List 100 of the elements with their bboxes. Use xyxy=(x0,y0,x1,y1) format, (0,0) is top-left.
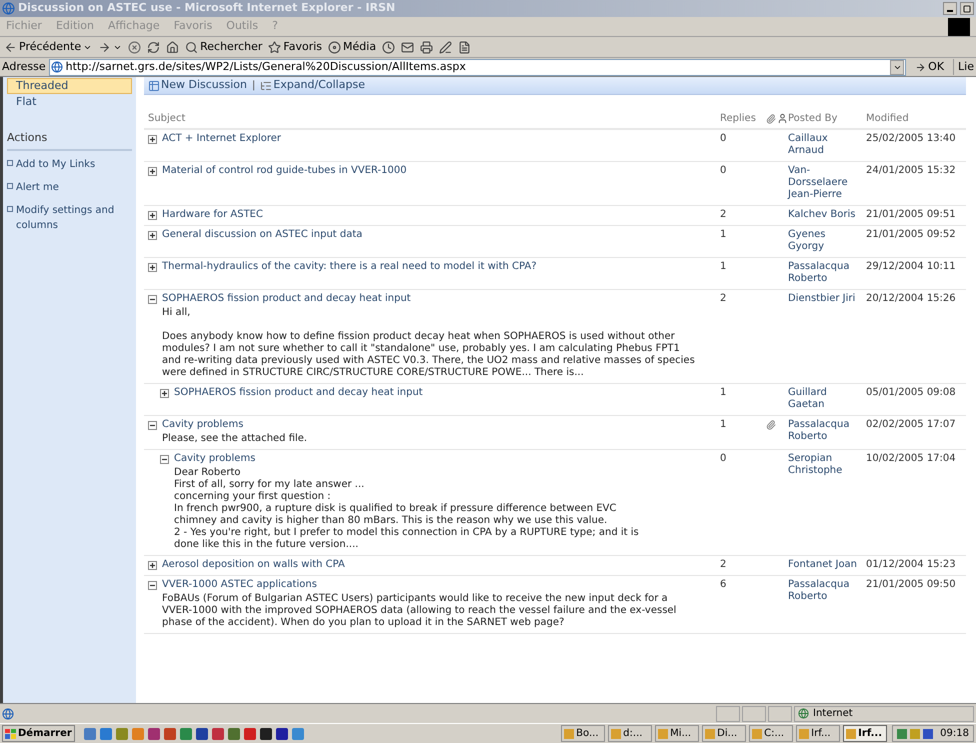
author-link[interactable]: Fontanet Joan xyxy=(788,559,860,571)
subject-link[interactable]: Aerosol deposition on walls with CPA xyxy=(162,559,345,571)
go-button[interactable]: OK xyxy=(909,58,950,76)
collapse-toggle[interactable] xyxy=(148,295,157,304)
expand-toggle[interactable] xyxy=(160,389,169,398)
date-text: 02/02/2005 17:07 xyxy=(865,419,957,431)
toolbar-link[interactable]: Expand/Collapse xyxy=(260,77,365,94)
forward-arrow-icon xyxy=(98,40,112,54)
reply-count: 1 xyxy=(720,387,728,399)
disc-icon xyxy=(328,40,342,54)
toolbar-button[interactable]: Favoris xyxy=(268,38,322,56)
expand-toggle[interactable] xyxy=(148,263,157,272)
task-button[interactable]: d:... xyxy=(608,725,652,742)
task-button[interactable]: Bo... xyxy=(561,725,606,742)
toolbar-button[interactable]: Média xyxy=(328,38,376,56)
toolbar-button[interactable]: Précédente xyxy=(4,38,92,56)
quick-launch-icon[interactable] xyxy=(276,728,288,740)
action-link[interactable]: Add to My Links xyxy=(16,156,96,172)
star-icon xyxy=(268,40,282,54)
author-link[interactable]: Kalchev Boris xyxy=(788,209,860,221)
tree-icon xyxy=(260,80,272,92)
collapse-toggle[interactable] xyxy=(160,455,169,464)
collapse-toggle[interactable] xyxy=(148,421,157,430)
reply-count: 0 xyxy=(720,453,728,465)
column-header[interactable]: Modified xyxy=(860,111,909,126)
toolbar-button[interactable] xyxy=(401,40,414,54)
quick-launch-icon[interactable] xyxy=(196,728,208,740)
task-button[interactable]: Irf... xyxy=(843,725,888,742)
subject-link[interactable]: ACT + Internet Explorer xyxy=(162,133,282,145)
task-button[interactable]: C:... xyxy=(749,725,794,742)
browser-icon xyxy=(2,2,15,15)
reply-count: 0 xyxy=(720,165,728,177)
toolbar-button[interactable] xyxy=(147,40,160,54)
author-link[interactable]: Van-Dorsselaere Jean-Pierre xyxy=(788,165,860,201)
author-link[interactable]: Passalacqua Roberto xyxy=(788,261,860,285)
toolbar-button[interactable]: Rechercher xyxy=(185,38,262,56)
reply-count: 1 xyxy=(720,229,728,241)
author-link[interactable]: Passalacqua Roberto xyxy=(788,419,860,443)
dropdown-button[interactable] xyxy=(890,60,904,74)
subject-link[interactable]: Cavity problems xyxy=(162,419,244,431)
tray-icon xyxy=(923,728,934,738)
message-text: In french pwr900, a rupture disk is qualified to break if pressure difference between EVC xyxy=(174,503,618,515)
action-link[interactable]: Modify settings and columns xyxy=(16,202,132,232)
action-link[interactable]: Alert me xyxy=(16,180,59,194)
subject-link[interactable]: Material of control rod guide-tubes in VVER-1000 xyxy=(162,165,407,177)
back-arrow-icon xyxy=(4,40,17,54)
view-link[interactable]: Flat xyxy=(7,94,132,110)
author-link[interactable]: Passalacqua Roberto xyxy=(788,579,860,603)
go-arrow-icon xyxy=(915,62,926,72)
address-field[interactable]: http://sarnet.grs.de/sites/WP2/Lists/General%20Discussion/AllItems.aspx xyxy=(48,58,906,76)
quick-launch-icon[interactable] xyxy=(260,728,272,740)
subject-link[interactable]: SOPHAEROS fission product and decay heat input xyxy=(174,387,423,399)
task-button[interactable]: Di... xyxy=(702,725,746,742)
restore-icon xyxy=(963,4,971,12)
toolbar-button[interactable] xyxy=(420,40,434,54)
author-link[interactable]: Seropian Christophe xyxy=(788,453,860,477)
collapse-toggle[interactable] xyxy=(148,581,157,590)
author-link[interactable]: Gyenes Gyorgy xyxy=(788,229,860,253)
column-header[interactable]: Replies xyxy=(720,111,756,126)
window-icon xyxy=(611,728,622,738)
toolbar-button[interactable] xyxy=(458,40,472,54)
minimize-button[interactable] xyxy=(943,2,957,15)
column-header[interactable]: Posted By xyxy=(788,111,838,126)
bullet-icon xyxy=(7,160,13,166)
toolbar-button[interactable] xyxy=(128,40,142,54)
author-link[interactable]: Caillaux Arnaud xyxy=(788,133,860,157)
links-label[interactable]: Lie xyxy=(953,58,974,76)
task-button[interactable]: Irf... xyxy=(796,725,840,742)
expand-toggle[interactable] xyxy=(148,561,157,570)
author-link[interactable]: Guillard Gaetan xyxy=(788,387,860,411)
restore-button[interactable] xyxy=(960,2,974,15)
date-text: 20/12/2004 15:26 xyxy=(865,293,957,305)
message-text: chimney and cavity is higher than 80 mBars. This is the reason why we use this value. xyxy=(174,515,608,527)
subject-link[interactable]: General discussion on ASTEC input data xyxy=(162,229,362,241)
document-icon xyxy=(458,40,472,54)
expand-toggle[interactable] xyxy=(148,231,157,240)
view-link[interactable]: Threaded xyxy=(7,78,132,94)
page-icon xyxy=(50,61,63,73)
column-header[interactable]: Subject xyxy=(144,111,186,126)
start-button[interactable]: Démarrer xyxy=(2,725,75,742)
expand-toggle[interactable] xyxy=(148,135,157,144)
date-text: 21/01/2005 09:50 xyxy=(865,579,957,591)
person-icon xyxy=(777,113,788,124)
subject-link[interactable]: SOPHAEROS fission product and decay heat input xyxy=(162,293,411,305)
toolbar-button[interactable] xyxy=(98,40,122,54)
subject-link[interactable]: Thermal-hydraulics of the cavity: there is a real need to model it with CPA? xyxy=(162,261,537,273)
reply-count: 1 xyxy=(720,419,728,431)
author-link[interactable]: Dienstbier Jiri xyxy=(788,293,860,305)
toolbar-button[interactable] xyxy=(166,40,180,54)
toolbar-button[interactable] xyxy=(439,40,452,54)
expand-toggle[interactable] xyxy=(148,167,157,176)
task-button[interactable]: Mi... xyxy=(655,725,700,742)
subject-link[interactable]: VVER-1000 ASTEC applications xyxy=(162,579,317,591)
toolbar-button[interactable] xyxy=(382,40,396,54)
subject-link[interactable]: Hardware for ASTEC xyxy=(162,209,263,221)
date-text: 24/01/2005 15:32 xyxy=(865,165,957,177)
subject-link[interactable]: Cavity problems xyxy=(174,453,256,465)
expand-toggle[interactable] xyxy=(148,211,157,220)
toolbar-link[interactable]: New Discussion xyxy=(148,77,247,94)
window-icon xyxy=(705,728,716,738)
